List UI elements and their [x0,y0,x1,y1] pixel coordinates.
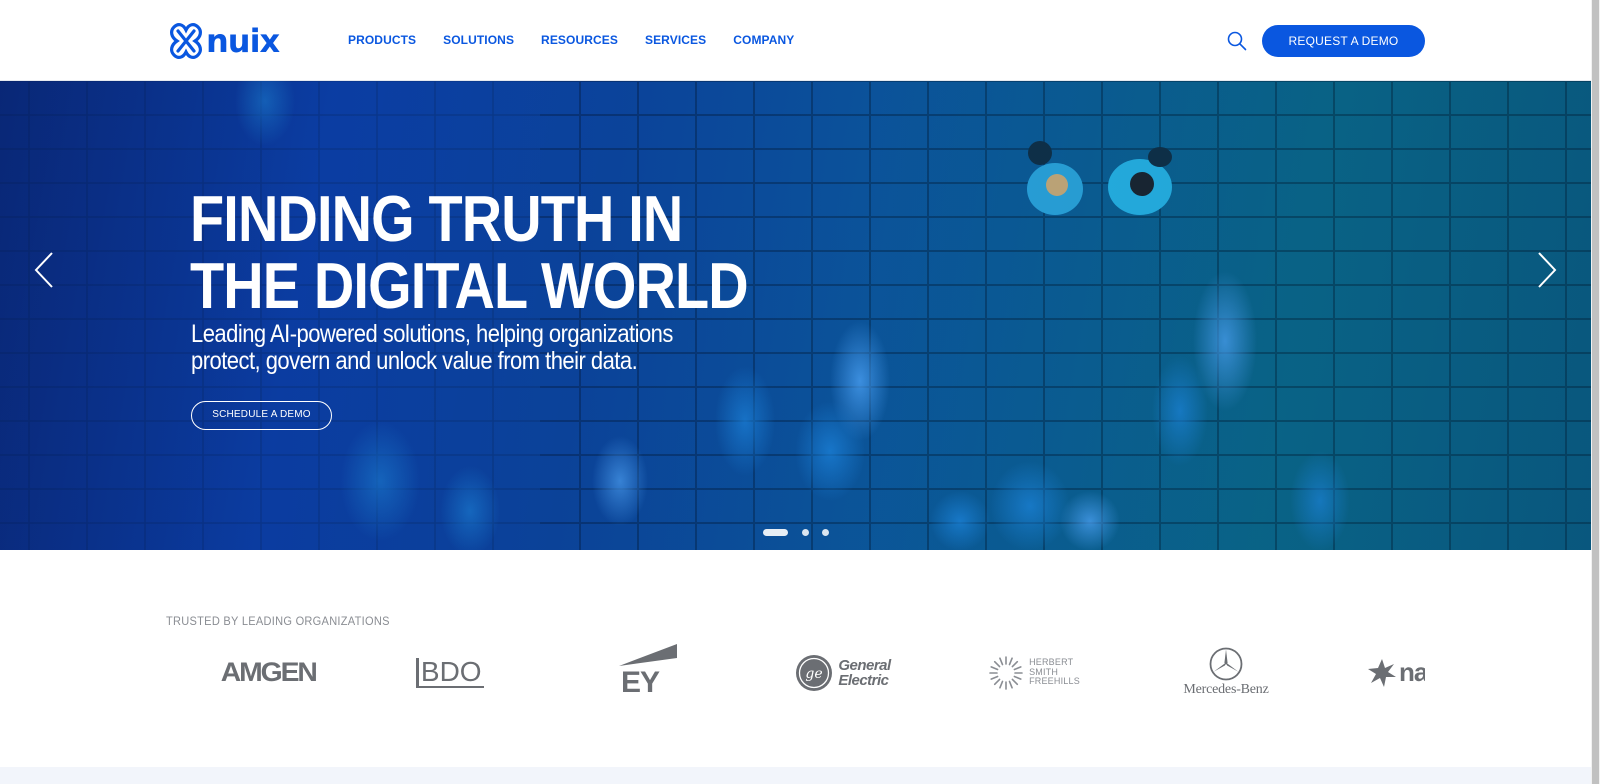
carousel-dot-1[interactable] [763,529,788,536]
hero-title-line: FINDING TRUTH IN [190,182,683,255]
hero-subtitle-line: protect, govern and unlock value from th… [191,347,638,375]
next-section-band [0,767,1591,784]
carousel-pagination [763,529,842,536]
nuix-logo-mark-icon [170,23,202,59]
hero-subtitle: Leading AI-powered solutions, helping or… [191,321,719,375]
nav-products[interactable]: PRODUCTS [348,31,416,49]
mercedes-benz-logo: Mercedes-Benz [1174,640,1278,705]
request-demo-button[interactable]: REQUEST A DEMO [1262,25,1425,57]
nuix-logo[interactable]: nuix [168,22,280,60]
herbert-smith-freehills-logo: HERBERT SMITH FREEHILLS [984,640,1084,705]
scrollbar-thumb[interactable] [1592,0,1599,784]
search-icon [1227,31,1247,51]
chevron-right-icon [1538,252,1557,288]
carousel-prev-button[interactable] [32,251,58,289]
search-button[interactable] [1226,30,1248,52]
ge-wordmark-line: General [838,656,891,674]
hsf-wordmark-line: FREEHILLS [1029,676,1080,687]
nav-resources[interactable]: RESOURCES [541,31,618,49]
hsf-sunburst-icon [989,655,1023,690]
schedule-demo-button[interactable]: SCHEDULE A DEMO [191,401,332,430]
nav-company[interactable]: COMPANY [733,31,794,49]
general-electric-logo: ge General Electric [793,640,893,705]
bdo-logo: BDO [412,640,488,705]
nav-solutions[interactable]: SOLUTIONS [443,31,514,49]
bdo-logo-mark: BDO [416,655,484,688]
nab-star-icon [1368,658,1396,687]
bdo-logo-bar [416,657,419,686]
site-header: nuix PRODUCTS SOLUTIONS RESOURCES SERVIC… [0,0,1591,81]
amgen-logo: AMGEN [220,640,317,705]
hero-subtitle-line: Leading AI-powered solutions, helping or… [191,320,673,348]
page-scrollbar[interactable] [1591,0,1600,784]
nav-services[interactable]: SERVICES [645,31,706,49]
ge-wordmark-line: Electric [838,671,889,689]
mercedes-wordmark: Mercedes-Benz [1183,682,1269,697]
ge-wordmark: General Electric [838,656,891,689]
mercedes-star-icon [1209,647,1243,681]
hero-carousel: FINDING TRUTH IN THE DIGITAL WORLD Leadi… [0,81,1591,550]
amgen-logo-text: AMGEN [220,657,317,687]
carousel-next-button[interactable] [1533,251,1559,289]
ge-monogram-icon: ge [796,654,833,691]
nab-logo: na [1367,640,1425,705]
carousel-dot-2[interactable] [802,529,809,536]
logo-text: nuix [206,22,280,60]
ey-logo: EY [613,640,683,705]
hsf-wordmark: HERBERT SMITH FREEHILLS [1029,658,1080,687]
hero-title-line: THE DIGITAL WORLD [190,249,749,322]
chevron-left-icon [34,252,53,288]
carousel-dot-3[interactable] [822,529,829,536]
main-nav: PRODUCTS SOLUTIONS RESOURCES SERVICES CO… [348,31,821,49]
ey-logo-text: EY [621,666,660,699]
nab-wordmark: na [1399,657,1425,687]
bdo-logo-text: BDO [420,655,482,687]
svg-text:ge: ge [806,666,823,682]
hero-title: FINDING TRUTH IN THE DIGITAL WORLD [190,182,749,322]
client-logos-carousel: AMGEN BDO EY ge General Electric HERBERT… [166,640,1425,705]
trusted-label: TRUSTED BY LEADING ORGANIZATIONS [166,614,390,628]
